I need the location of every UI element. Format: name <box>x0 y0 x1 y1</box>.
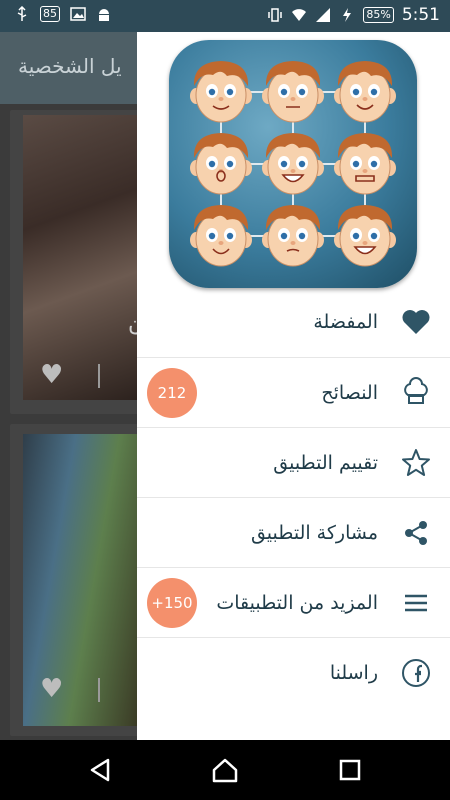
chef-hat-icon <box>404 376 428 404</box>
heart-icon <box>402 310 430 334</box>
signal-icon <box>316 8 331 22</box>
count-badge: 212 <box>147 367 197 418</box>
recents-icon[interactable] <box>336 756 364 784</box>
divider <box>98 364 100 388</box>
background-toolbar-title: يل الشخصية <box>18 54 122 78</box>
menu-item-label: المزيد من التطبيقات <box>216 591 378 614</box>
menu-item-contact-us[interactable]: راسلنا <box>137 637 450 707</box>
status-right-icons: 85% 5:51 <box>267 5 440 25</box>
menu-item-tips[interactable]: 212 النصائح <box>137 357 450 427</box>
cartoon-face <box>190 133 252 195</box>
menu-item-favorites[interactable]: المفضلة <box>137 287 450 357</box>
cartoon-face <box>334 205 396 267</box>
menu-item-rate-app[interactable]: تقييم التطبيق <box>137 427 450 497</box>
home-icon[interactable] <box>211 756 239 784</box>
cartoon-face <box>190 205 252 267</box>
navigation-drawer: المفضلة 212 النصائح تقييم التطبيق مشاركة… <box>137 32 450 740</box>
usb-icon <box>17 6 27 21</box>
cartoon-face <box>190 61 252 123</box>
cartoon-face <box>334 61 396 123</box>
faces-grid-logo <box>190 61 396 267</box>
heart-icon: ♥ <box>40 360 64 390</box>
cartoon-face <box>334 133 396 195</box>
menu-icon <box>405 594 427 611</box>
app-logo <box>169 40 417 288</box>
android-icon <box>99 9 109 21</box>
count-badge: +150 <box>147 577 197 628</box>
wifi-icon <box>292 9 307 21</box>
share-icon <box>405 520 427 545</box>
facebook-icon <box>402 658 430 687</box>
menu-item-label: تقييم التطبيق <box>273 451 378 474</box>
menu-item-label: مشاركة التطبيق <box>250 521 378 544</box>
heart-icon: ♥ <box>40 674 64 704</box>
battery-saver-icon: 85 <box>40 6 60 22</box>
menu-item-more-apps[interactable]: +150 المزيد من التطبيقات <box>137 567 450 637</box>
cartoon-face <box>262 133 324 195</box>
cartoon-face <box>262 61 324 123</box>
charging-icon <box>343 8 352 22</box>
menu-item-share-app[interactable]: مشاركة التطبيق <box>137 497 450 567</box>
back-icon[interactable] <box>86 756 114 784</box>
system-navigation-bar <box>0 740 450 800</box>
menu-item-label: النصائح <box>321 381 378 404</box>
star-icon <box>402 448 430 476</box>
battery-percent: 85% <box>363 7 394 23</box>
menu-item-label: راسلنا <box>329 661 378 684</box>
card-photo <box>23 115 148 400</box>
clock: 5:51 <box>401 5 440 25</box>
divider <box>98 678 100 702</box>
status-left-icons: 85 <box>14 6 112 22</box>
cartoon-face <box>262 205 324 267</box>
status-bar: 85 85% 5:51 <box>0 0 450 32</box>
vibrate-icon <box>268 8 283 22</box>
menu-item-label: المفضلة <box>313 311 378 333</box>
image-icon <box>70 7 86 21</box>
